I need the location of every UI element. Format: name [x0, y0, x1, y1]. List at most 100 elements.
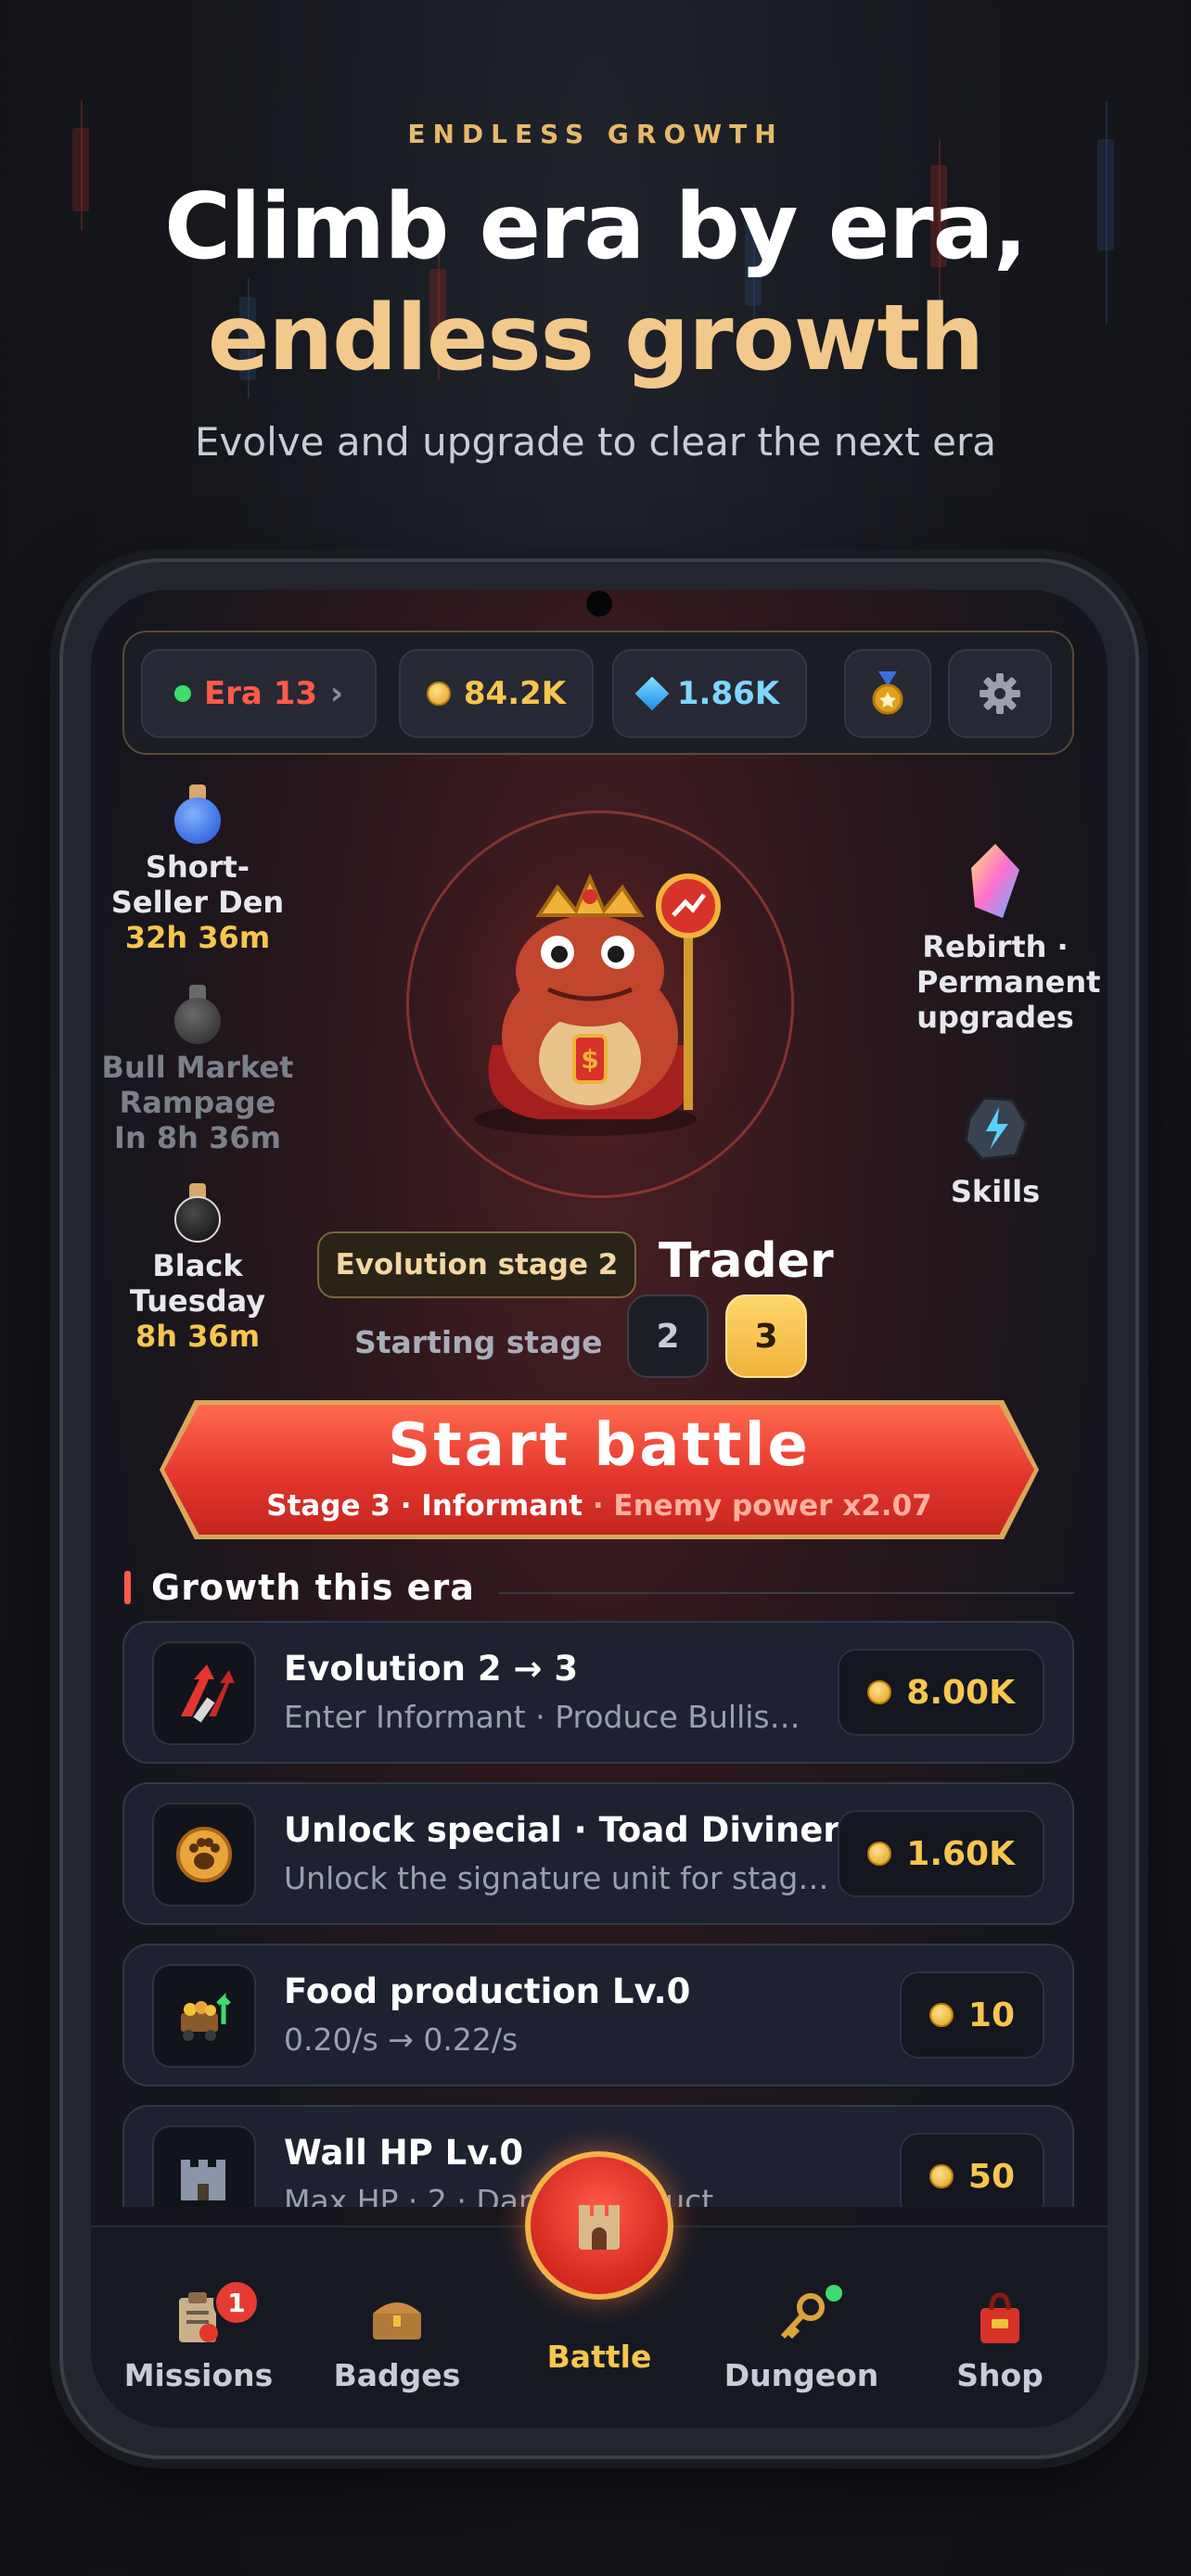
top-status-bar: Era 13 › 84.2K 1.86K [122, 631, 1074, 755]
upgrade-title: Unlock special · Toad Diviner [284, 1810, 840, 1850]
upgrade-card-food-production[interactable]: Food production Lv.0 0.20/s → 0.22/s 10 [122, 1944, 1074, 2086]
upgrade-price-button[interactable]: 50 [899, 2133, 1044, 2207]
growth-section-title: Growth this era [151, 1567, 475, 1608]
event-bull-market-rampage[interactable]: Bull Market Rampage In 8h 36m [100, 985, 295, 1155]
upgrade-card-evolution[interactable]: Evolution 2 → 3 Enter Informant · Produc… [122, 1621, 1074, 1764]
upgrade-card-unlock-special[interactable]: Unlock special · Toad Diviner Unlock the… [122, 1782, 1074, 1925]
gem-icon [634, 676, 670, 711]
event-name: Short-Seller Den [110, 849, 285, 920]
headline-subtitle: Evolve and upgrade to clear the next era [195, 419, 996, 465]
coin-icon [928, 2003, 954, 2027]
coin-icon [867, 1680, 892, 1704]
settings-button[interactable] [948, 649, 1052, 738]
coin-icon [928, 2164, 954, 2188]
medal-icon [872, 671, 903, 715]
coin-icon [867, 1842, 892, 1866]
paw-icon [152, 1803, 256, 1906]
upgrade-subtitle: Enter Informant · Produce Bullish-N... [284, 1699, 813, 1735]
dungeon-notification-dot [826, 2285, 842, 2302]
upgrade-title: Food production Lv.0 [284, 1971, 691, 2011]
upgrade-price-button[interactable]: 1.60K [838, 1810, 1044, 1897]
era-status-dot [173, 685, 191, 702]
toad-king-icon: $ [474, 873, 721, 1136]
battle-button-subtitle: Stage 3 · Informant · Enemy power x2.07 [160, 1489, 1039, 1523]
chevron-right-icon: › [330, 675, 344, 712]
evolution-icon [152, 1641, 256, 1745]
era-selector[interactable]: Era 13 › [141, 649, 377, 738]
gear-icon [980, 673, 1020, 714]
event-name: Black Tuesday [129, 1248, 266, 1319]
battle-button-title: Start battle [388, 1411, 811, 1480]
game-screen: Era 13 › 84.2K 1.86K Short-Seller Den 32… [91, 590, 1108, 2428]
stage-option-2[interactable]: 2 [627, 1294, 709, 1378]
upgrade-price: 8.00K [906, 1673, 1015, 1712]
key-icon [772, 2289, 831, 2348]
nav-label: Badges [333, 2357, 461, 2393]
lightning-stone-icon [964, 1096, 1029, 1161]
event-timer: In 8h 36m [114, 1120, 281, 1155]
food-cart-icon [152, 1964, 256, 2068]
nav-battle[interactable]: Battle [516, 2339, 683, 2375]
camera-notch [586, 591, 612, 617]
nav-shop[interactable]: Shop [916, 2289, 1083, 2393]
event-name: Bull Market Rampage [101, 1050, 294, 1120]
stage-option-3-selected[interactable]: 3 [725, 1294, 807, 1378]
wall-icon [152, 2125, 256, 2207]
upgrade-subtitle: Unlock the signature unit for stage 2 [284, 1860, 840, 1896]
headline-line-2: endless growth [207, 286, 984, 391]
gem-amount: 1.86K [676, 675, 780, 712]
medal-button[interactable] [844, 649, 931, 738]
phone-frame: Era 13 › 84.2K 1.86K Short-Seller Den 32… [59, 558, 1139, 2459]
grey-potion-icon [173, 985, 223, 1044]
nav-label: Battle [546, 2339, 652, 2375]
enemy-power-text: · Enemy power x2.07 [583, 1489, 932, 1523]
coin-balance[interactable]: 84.2K [399, 649, 594, 738]
nav-dungeon[interactable]: Dungeon [718, 2289, 885, 2393]
skills-button[interactable]: Skills [916, 1090, 1074, 1209]
rebirth-button[interactable]: Rebirth · Permanent upgrades [898, 842, 1101, 1035]
skills-label: Skills [950, 1174, 1041, 1209]
event-black-tuesday[interactable]: Black Tuesday 8h 36m [109, 1183, 286, 1354]
upgrade-title: Evolution 2 → 3 [284, 1649, 579, 1689]
nav-label: Dungeon [724, 2357, 879, 2393]
section-accent-bar [124, 1571, 131, 1604]
nav-badges[interactable]: Badges [314, 2289, 480, 2393]
growth-list[interactable]: Evolution 2 → 3 Enter Informant · Produc… [91, 1621, 1108, 2207]
battle-nav-button[interactable] [525, 2151, 673, 2300]
headline-line-1: Climb era by era, [164, 174, 1028, 280]
upgrade-price: 50 [967, 2157, 1015, 2196]
missions-notification-badge: 1 [213, 2279, 260, 2326]
black-potion-icon [173, 1183, 223, 1243]
evolution-stage-badge: Evolution stage 2 [317, 1231, 636, 1298]
castle-icon [573, 2200, 625, 2251]
event-timer: 8h 36m [134, 1319, 261, 1354]
upgrade-title: Wall HP Lv.0 [284, 2133, 524, 2173]
event-short-seller-den[interactable]: Short-Seller Den 32h 36m [109, 784, 286, 955]
battle-stage-text: Stage 3 · Informant [266, 1489, 583, 1523]
nav-label: Missions [123, 2357, 274, 2393]
treasure-chest-icon [367, 2289, 427, 2348]
upgrade-price-button[interactable]: 8.00K [838, 1649, 1044, 1736]
event-timer: 32h 36m [124, 920, 271, 955]
crystal-icon [971, 844, 1019, 918]
nav-label: Shop [956, 2357, 1044, 2393]
upgrade-price-button[interactable]: 10 [899, 1971, 1044, 2059]
kicker-text: ENDLESS GROWTH [407, 119, 784, 149]
starting-stage-label: Starting stage [354, 1324, 603, 1360]
growth-section-header: Growth this era [124, 1567, 475, 1608]
gem-balance[interactable]: 1.86K [612, 649, 807, 738]
hero-class-name: Trader [659, 1233, 834, 1289]
svg-text:$: $ [581, 1044, 598, 1075]
shopping-bag-icon [970, 2289, 1030, 2348]
coin-amount: 84.2K [463, 675, 567, 712]
start-battle-button[interactable]: Start battle Stage 3 · Informant · Enemy… [160, 1400, 1039, 1539]
hero-portrait[interactable]: $ [406, 810, 794, 1198]
upgrade-price: 10 [967, 1996, 1015, 2034]
coin-icon [426, 682, 451, 706]
rebirth-label: Rebirth · Permanent upgrades [916, 929, 1101, 1035]
blue-potion-icon [173, 784, 223, 844]
upgrade-subtitle: 0.20/s → 0.22/s [284, 2021, 519, 2058]
era-label: Era 13 [203, 675, 318, 712]
section-divider [499, 1592, 1074, 1594]
upgrade-price: 1.60K [906, 1834, 1015, 1873]
